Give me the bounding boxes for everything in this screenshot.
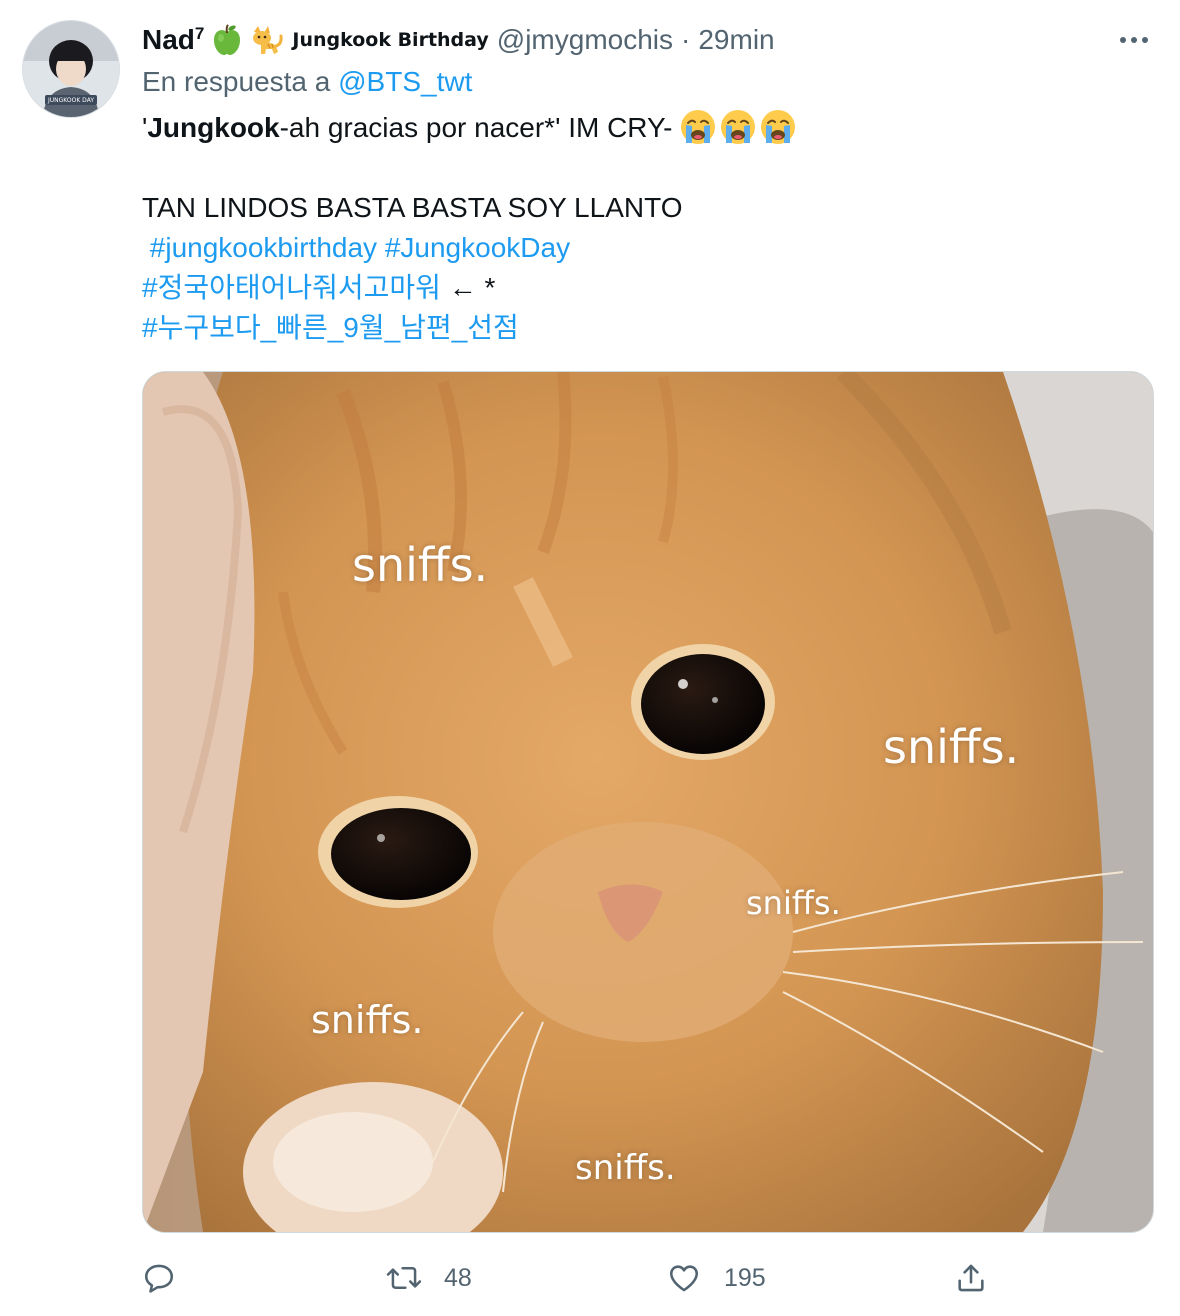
more-dot-icon — [1142, 37, 1148, 43]
cat-icon — [250, 24, 284, 56]
reply-context: En respuesta a @BTS_twt — [142, 66, 472, 98]
tweet-text-line: 'Jungkook-ah gracias por nacer*' IM CRY- — [142, 108, 800, 148]
like-button[interactable]: 195 — [666, 1252, 766, 1304]
hashtag-line: #정국아태어나줘서고마워 ← * — [142, 268, 495, 308]
retweet-icon — [386, 1267, 422, 1289]
tweet-text: ← * — [440, 272, 496, 303]
more-options-button[interactable] — [1108, 24, 1160, 56]
display-name[interactable]: Nad7 — [142, 24, 204, 56]
hashtag-link[interactable]: #정국아태어나줘서고마워 — [142, 272, 441, 303]
avatar[interactable]: JUNGKOOK DAY — [22, 20, 120, 118]
loudly-crying-face-icon — [680, 109, 716, 145]
hashtag-line: #jungkookbirthday #JungkookDay — [142, 228, 570, 268]
share-icon — [958, 1264, 984, 1292]
hashtag-line: #누구보다_빠른_9월_남편_선점 — [142, 308, 519, 348]
bold-name: Jungkook — [147, 112, 280, 143]
reply-icon — [144, 1264, 174, 1293]
retweet-button[interactable]: 48 — [386, 1252, 472, 1304]
timestamp[interactable]: 29min — [698, 24, 774, 56]
reply-mention-link[interactable]: @BTS_twt — [338, 66, 472, 97]
reply-prefix: En respuesta a — [142, 66, 339, 97]
retweet-count: 48 — [444, 1263, 472, 1292]
reply-button[interactable] — [142, 1252, 198, 1304]
heart-icon — [669, 1265, 699, 1292]
hashtag-link[interactable]: #누구보다_빠른_9월_남편_선점 — [142, 312, 519, 343]
hashtag-link[interactable]: #jungkookbirthday — [150, 232, 377, 263]
handle[interactable]: @jmygmochis — [497, 24, 673, 56]
more-dot-icon — [1120, 37, 1126, 43]
action-bar: 48 195 — [142, 1252, 1152, 1304]
like-count: 195 — [724, 1263, 766, 1292]
green-apple-icon — [212, 24, 242, 56]
tweet-text-line: TAN LINDOS BASTA BASTA SOY LLANTO — [142, 192, 683, 223]
tweet-header: Nad7 Jungkook Birthday @jmygmochis · 29m… — [142, 18, 1102, 62]
hashtag-link[interactable]: #JungkookDay — [385, 232, 570, 263]
name-caption: Jungkook Birthday — [292, 29, 489, 51]
tweet-card[interactable]: JUNGKOOK DAY Nad7 Jungkook Birthday @jmy… — [0, 0, 1180, 1316]
tweet-media-image[interactable]: sniffs. sniffs. sniffs. sniffs. sniffs. — [142, 371, 1154, 1233]
tweet-text: -ah gracias por nacer*' IM CRY- — [279, 112, 681, 143]
separator-dot: · — [681, 24, 691, 55]
avatar-badge-text: JUNGKOOK DAY — [47, 97, 94, 104]
share-button[interactable] — [954, 1252, 1010, 1304]
loudly-crying-face-icon — [720, 109, 756, 145]
loudly-crying-face-icon — [760, 109, 796, 145]
crying-cat-meme-image — [143, 372, 1153, 1232]
more-dot-icon — [1131, 37, 1137, 43]
